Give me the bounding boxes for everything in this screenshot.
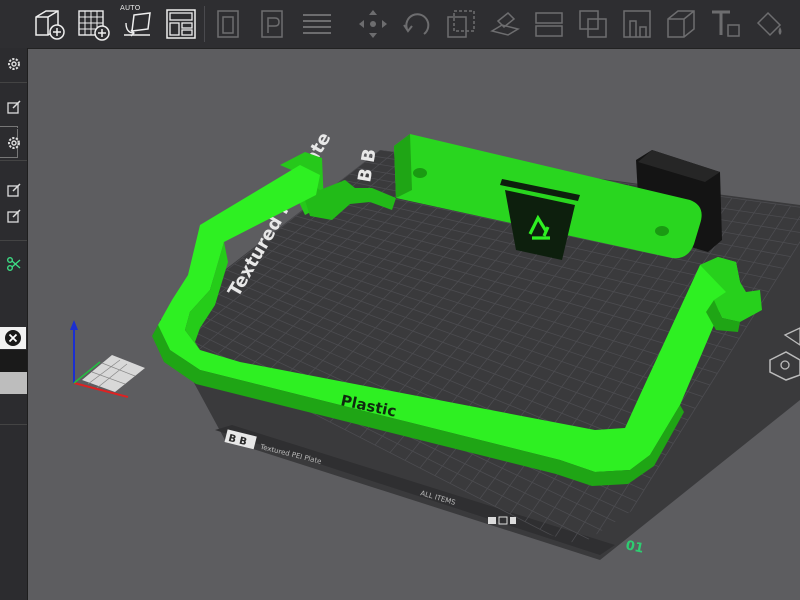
sidebar-divider — [0, 160, 27, 161]
scissors-icon — [6, 257, 20, 271]
screw-hole — [655, 226, 669, 236]
measure-button[interactable] — [662, 4, 700, 44]
move-button[interactable] — [354, 4, 392, 44]
layout-icon — [166, 9, 196, 39]
rotate-button[interactable] — [398, 4, 436, 44]
origin-corner — [82, 355, 145, 392]
filament-color-swatch[interactable] — [0, 350, 27, 372]
text-shape-icon — [712, 10, 740, 37]
paint-bucket-icon — [756, 11, 782, 37]
grid-plus-icon — [78, 10, 110, 41]
sidebar-divider — [0, 424, 27, 425]
lay-on-face-button[interactable] — [486, 4, 524, 44]
text-button[interactable] — [706, 4, 744, 44]
gear-icon — [7, 137, 20, 149]
lay-on-face-icon — [490, 11, 520, 36]
boolean-button[interactable] — [574, 4, 612, 44]
rotate-icon — [403, 13, 430, 35]
edit-icon — [6, 100, 21, 114]
top-toolbar: AUTO — [0, 0, 800, 49]
layers-icon — [303, 14, 331, 34]
scale-icon — [447, 10, 475, 38]
auto-label: AUTO — [120, 4, 141, 12]
close-icon — [5, 330, 21, 346]
auto-orient-button[interactable]: AUTO — [118, 4, 156, 44]
sidebar-divider — [0, 240, 27, 241]
printer-settings-button[interactable] — [0, 132, 27, 154]
add-plate-button[interactable] — [74, 4, 112, 44]
settings-button[interactable] — [0, 52, 27, 76]
split-objects-button[interactable] — [210, 4, 248, 44]
boolean-icon — [579, 10, 607, 38]
objects-tool-button[interactable] — [0, 254, 27, 274]
edit-filament-button-1[interactable] — [0, 180, 27, 200]
cut-button[interactable] — [530, 4, 568, 44]
edit-icon — [6, 183, 21, 197]
close-button[interactable] — [0, 327, 26, 349]
layers-button[interactable] — [298, 4, 336, 44]
add-model-button[interactable] — [30, 4, 68, 44]
left-sidebar — [0, 48, 28, 600]
support-paint-button[interactable] — [618, 4, 656, 44]
split-parts-button[interactable] — [254, 4, 292, 44]
edit-filament-button-2[interactable] — [0, 206, 27, 226]
toolbar-separator — [204, 6, 205, 42]
arrange-button[interactable] — [162, 4, 200, 44]
color-paint-button[interactable] — [750, 4, 788, 44]
edit-icon — [6, 209, 21, 223]
measure-icon — [667, 10, 695, 38]
edit-printer-button[interactable] — [0, 96, 27, 118]
cut-icon — [535, 12, 563, 37]
3d-viewport[interactable]: Textured PEI Plate B B B B Textured PEI … — [28, 49, 800, 600]
gear-icon — [7, 58, 20, 70]
support-paint-icon — [623, 10, 651, 38]
plate-number: 01 — [624, 538, 645, 556]
move-icon — [359, 10, 387, 38]
split-parts-icon — [261, 10, 283, 38]
scene-canvas[interactable]: Textured PEI Plate B B B B Textured PEI … — [28, 49, 800, 600]
auto-orient-icon — [124, 12, 151, 37]
cube-plus-icon — [35, 10, 65, 40]
filament-slot[interactable] — [0, 372, 27, 394]
screw-hole — [413, 168, 427, 178]
sidebar-divider — [0, 82, 27, 83]
split-objects-icon — [217, 10, 239, 38]
scale-button[interactable] — [442, 4, 480, 44]
